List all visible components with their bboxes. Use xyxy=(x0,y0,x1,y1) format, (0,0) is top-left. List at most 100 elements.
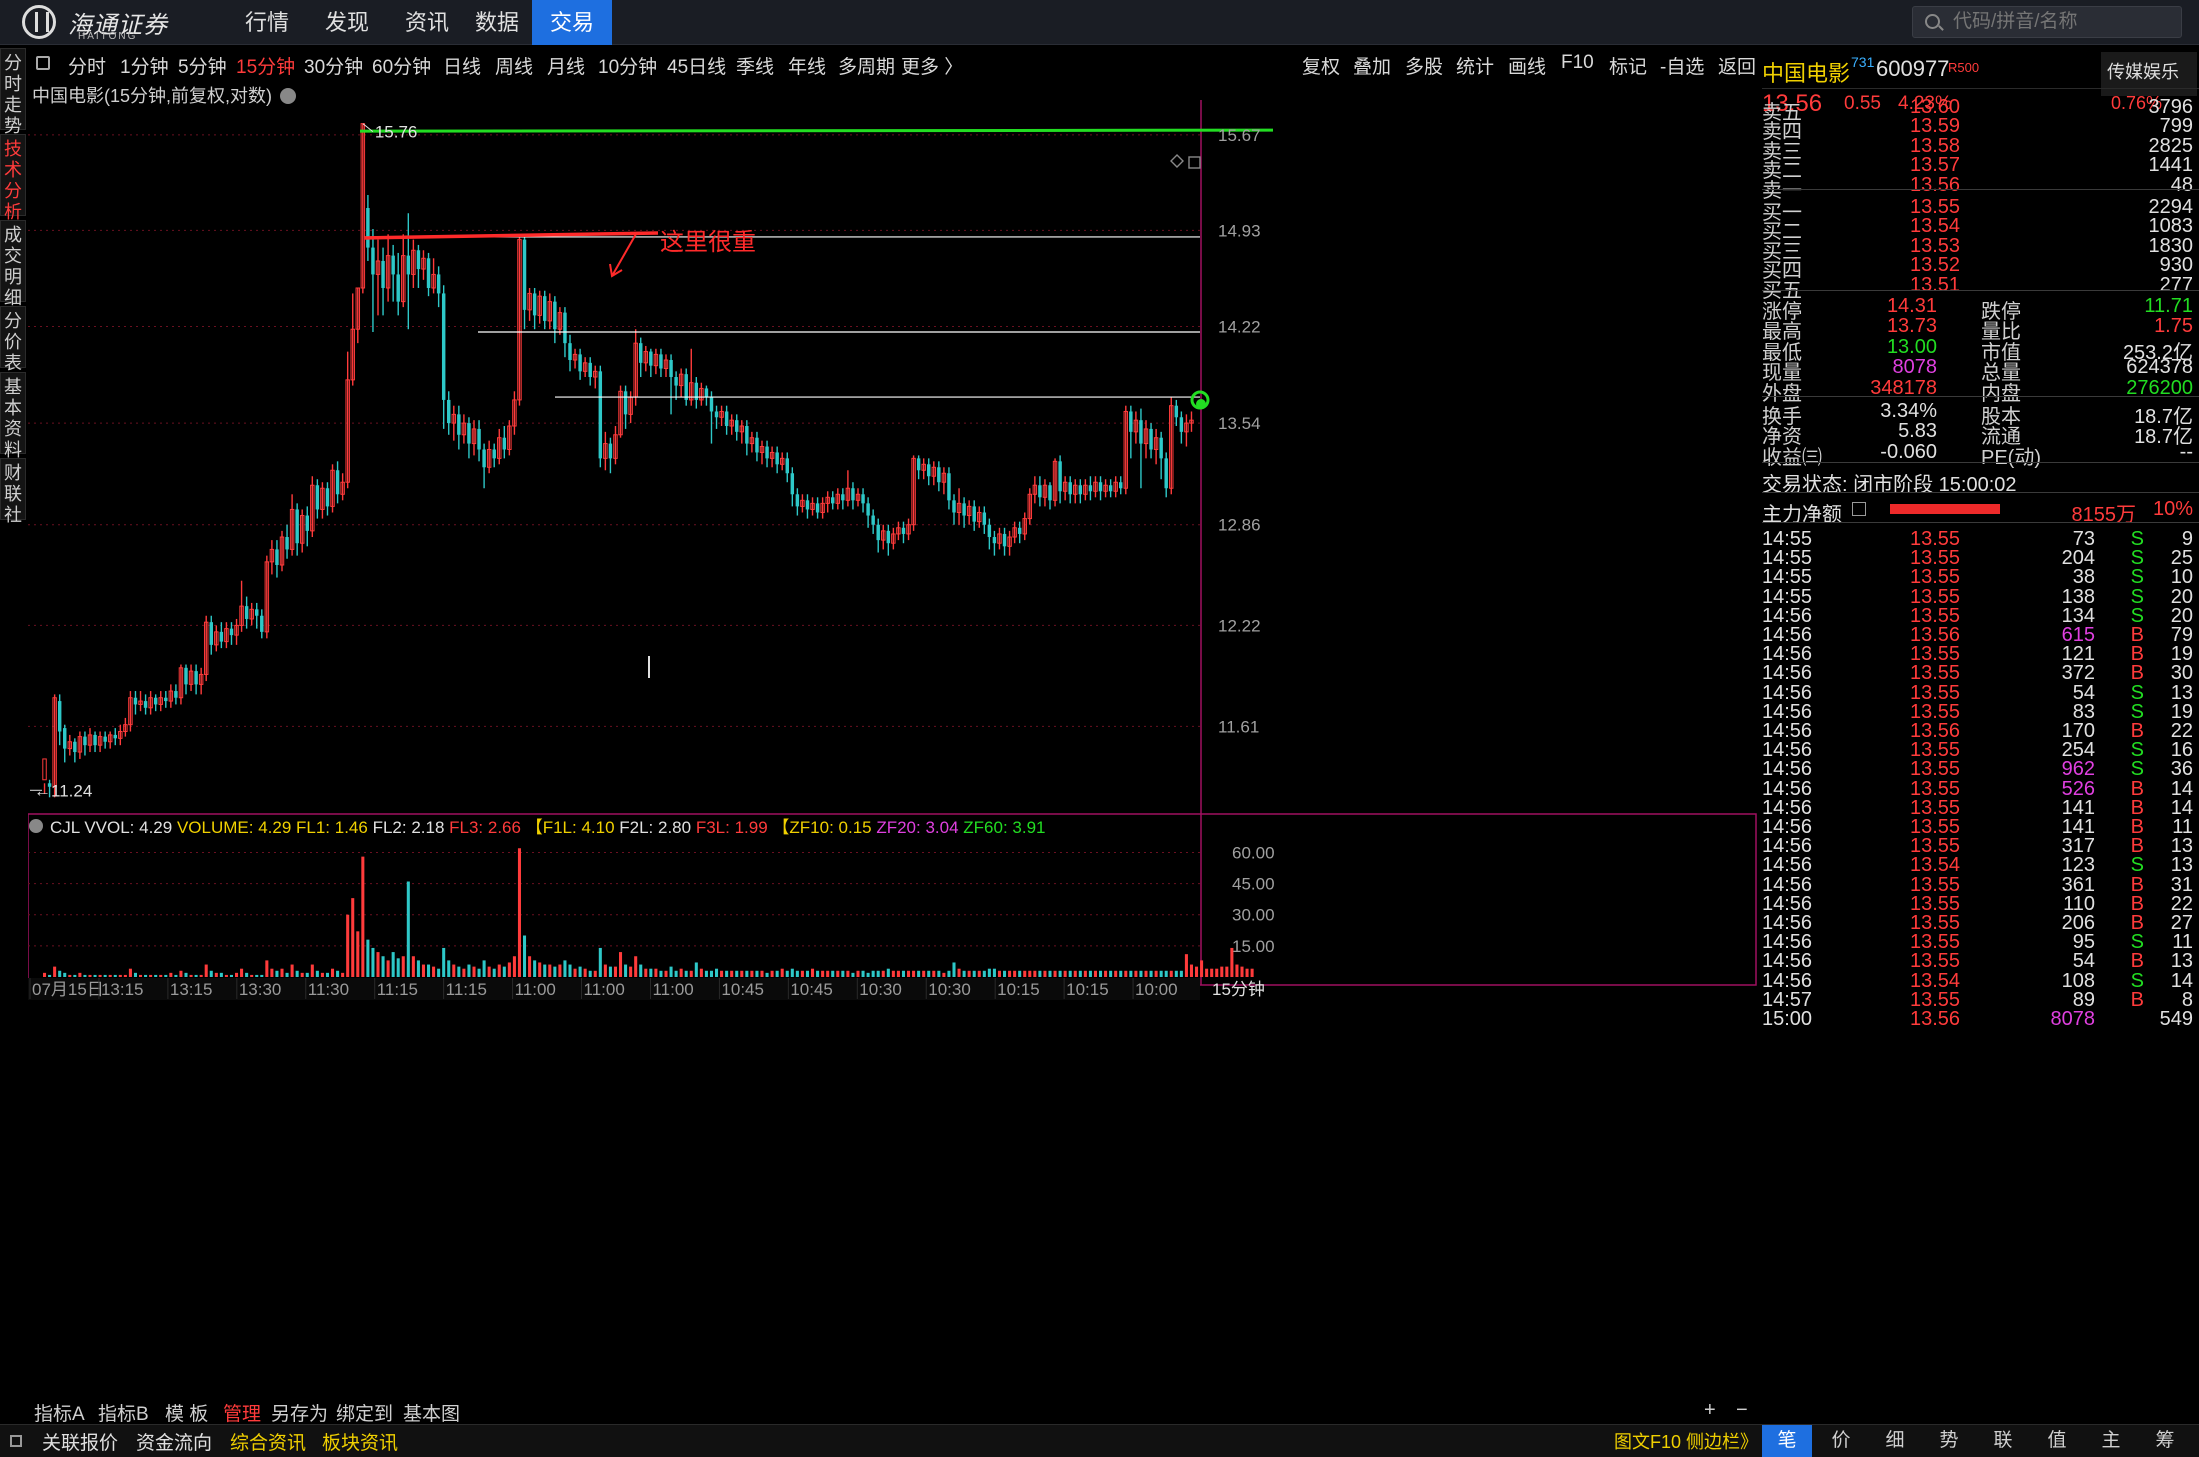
f10-sidebar-toggle[interactable]: 图文F10 侧边栏》 xyxy=(1614,1428,1758,1454)
tab-trade-detail[interactable]: 成交明细 xyxy=(0,220,26,308)
indicator-a-button[interactable]: 指标A xyxy=(34,1399,85,1426)
tool-statistics[interactable]: 统计 xyxy=(1456,52,1494,79)
indicator-b-button[interactable]: 指标B xyxy=(98,1399,149,1426)
manage-button[interactable]: 管理 xyxy=(223,1399,261,1426)
high-price-label: 15.76 xyxy=(375,123,418,142)
period-monthly[interactable]: 月线 xyxy=(547,52,585,79)
stats-divider xyxy=(1762,522,2199,523)
bind-to-button[interactable]: 绑定到 xyxy=(336,1399,393,1426)
period-multi[interactable]: 多周期 xyxy=(838,52,895,79)
panel-tab[interactable]: 势 xyxy=(1924,1425,1974,1457)
stats-divider xyxy=(1762,462,2199,463)
candlestick-chart[interactable]: 15.67 14.93 14.22 13.54 12.86 12.22 11.61 60.0… xyxy=(28,100,1758,1150)
green-marker-dot xyxy=(1196,399,1206,410)
period-15min[interactable]: 15分钟 xyxy=(236,52,295,79)
nav-item-data[interactable]: 数据 xyxy=(462,0,532,45)
stat-value: -0.060 xyxy=(1880,440,1937,463)
candle xyxy=(366,194,370,261)
candle xyxy=(795,488,800,516)
tool-draw-line[interactable]: 画线 xyxy=(1508,52,1546,79)
candle xyxy=(618,385,623,438)
nav-item-trade[interactable]: 交易 xyxy=(532,0,612,45)
period-weekly[interactable]: 周线 xyxy=(495,52,533,79)
logo-icon xyxy=(22,5,56,39)
period-5min[interactable]: 5分钟 xyxy=(178,52,227,79)
period-quarterly[interactable]: 季线 xyxy=(736,52,774,79)
link-sector-news[interactable]: 板块资讯 xyxy=(322,1428,398,1455)
period-intraday[interactable]: 分时 xyxy=(68,52,106,79)
zoom-out-button[interactable]: − xyxy=(1736,1399,1748,1422)
basic-chart-button[interactable]: 基本图 xyxy=(403,1399,460,1426)
nav-item-market[interactable]: 行情 xyxy=(232,0,302,45)
candle xyxy=(729,414,734,435)
layout-toggle-icon[interactable] xyxy=(36,56,50,70)
candle xyxy=(800,494,805,513)
period-60min[interactable]: 60分钟 xyxy=(372,52,431,79)
candle xyxy=(77,731,83,759)
indicator-toolbar: 指标A 指标B 模 板 管理 另存为 绑定到 基本图 + − xyxy=(28,1396,1758,1425)
candle xyxy=(755,431,759,462)
tab-technical-analysis[interactable]: 技术分析 xyxy=(0,134,26,222)
haitong-logo[interactable]: 海通证券 HAITONG xyxy=(10,3,230,43)
tool-mark[interactable]: 标记 xyxy=(1609,52,1647,79)
candle xyxy=(547,293,553,330)
panel-tab[interactable]: 值 xyxy=(2032,1425,2082,1457)
search-input[interactable] xyxy=(1953,7,2178,37)
candle xyxy=(578,348,582,380)
link-fund-flow[interactable]: 资金流向 xyxy=(136,1428,212,1455)
volume-tick-label: 15.00 xyxy=(1232,937,1275,956)
candle xyxy=(911,455,916,531)
stock-header: 中国电影 731 600977 R500 传媒娱乐 xyxy=(1762,52,2199,96)
link-news[interactable]: 综合资讯 xyxy=(230,1428,306,1455)
candle xyxy=(285,524,289,559)
period-more[interactable]: 更多 〉 xyxy=(901,52,963,79)
candle xyxy=(1007,530,1012,556)
candle xyxy=(876,518,880,553)
candle xyxy=(335,461,340,504)
template-button[interactable]: 模 板 xyxy=(165,1399,208,1426)
expand-icon[interactable] xyxy=(10,1435,22,1447)
candle xyxy=(103,731,107,749)
candle xyxy=(1123,405,1129,495)
tool-back[interactable]: 返回 xyxy=(1718,52,1756,79)
search-box[interactable] xyxy=(1912,6,2182,38)
candle xyxy=(775,446,779,474)
tab-intraday[interactable]: 分时走势 xyxy=(0,48,26,136)
candle xyxy=(522,234,527,330)
panel-tab[interactable]: 筹 xyxy=(2140,1425,2190,1457)
industry-name[interactable]: 传媒娱乐 xyxy=(2107,58,2179,84)
candle xyxy=(315,479,320,519)
panel-tab[interactable]: 价 xyxy=(1816,1425,1866,1457)
panel-tab[interactable]: 主 xyxy=(2086,1425,2136,1457)
tab-basic-info[interactable]: 基本资料 xyxy=(0,372,26,460)
tab-cls-news[interactable]: 财联社 xyxy=(0,458,26,525)
tab-price-table[interactable]: 分价表 xyxy=(0,306,26,373)
link-related-quotes[interactable]: 关联报价 xyxy=(42,1428,118,1455)
candle xyxy=(613,426,618,465)
candle xyxy=(461,414,467,444)
period-1min[interactable]: 1分钟 xyxy=(120,52,169,79)
period-30min[interactable]: 30分钟 xyxy=(304,52,363,79)
tool-f10[interactable]: F10 xyxy=(1561,52,1594,74)
period-yearly[interactable]: 年线 xyxy=(788,52,826,79)
tool-remove-watchlist[interactable]: -自选 xyxy=(1660,52,1704,79)
zoom-in-button[interactable]: + xyxy=(1704,1399,1716,1422)
candle xyxy=(436,266,441,308)
save-as-button[interactable]: 另存为 xyxy=(271,1399,328,1426)
tool-multi-stock[interactable]: 多股 xyxy=(1405,52,1443,79)
tool-adjust[interactable]: 复权 xyxy=(1302,52,1340,79)
period-10min[interactable]: 10分钟 xyxy=(598,52,657,79)
candle xyxy=(57,694,62,746)
panel-tab[interactable]: 联 xyxy=(1978,1425,2028,1457)
panel-tab[interactable]: 细 xyxy=(1870,1425,1920,1457)
candle xyxy=(1113,476,1118,498)
candle xyxy=(643,345,649,372)
tool-overlay[interactable]: 叠加 xyxy=(1353,52,1391,79)
nav-item-discover[interactable]: 发现 xyxy=(312,0,382,45)
period-daily[interactable]: 日线 xyxy=(443,52,481,79)
period-45day[interactable]: 45日线 xyxy=(667,52,726,79)
candle xyxy=(345,351,350,489)
nav-item-news[interactable]: 资讯 xyxy=(392,0,462,45)
panel-tab[interactable]: 笔 xyxy=(1762,1425,1812,1457)
list-icon[interactable] xyxy=(1852,502,1866,516)
